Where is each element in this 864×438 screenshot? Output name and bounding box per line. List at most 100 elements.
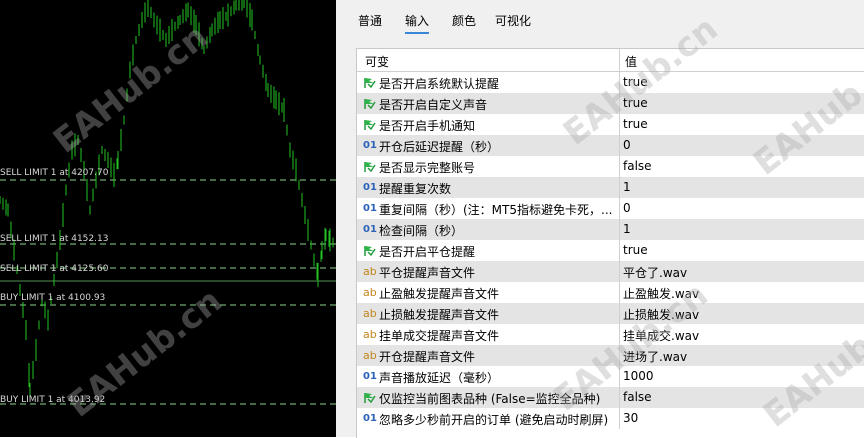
number-01-icon: 01 xyxy=(363,371,377,382)
row-variable-name: 仅监控当前图表品种 (False=监控全品种) xyxy=(379,392,601,406)
row-variable-name: 止盈触发提醒声音文件 xyxy=(379,287,500,301)
row-value-cell[interactable]: 0 xyxy=(623,201,631,215)
table-row[interactable]: 01 声音播放延迟（毫秒） 1000 xyxy=(357,366,864,387)
column-separator xyxy=(619,303,620,324)
row-variable-name: 是否开启手机通知 xyxy=(379,119,476,133)
tab-common[interactable]: 普通 xyxy=(358,12,382,29)
tab-inputs[interactable]: 输入 xyxy=(405,12,430,34)
level-label-sell-limit-4125: SELL LIMIT 1 at 4125.60 xyxy=(0,264,109,274)
row-variable-name: 检查间隔（秒） xyxy=(379,224,464,238)
row-value-cell[interactable]: 30 xyxy=(623,411,638,425)
column-separator xyxy=(619,198,620,219)
column-separator[interactable] xyxy=(619,49,620,71)
tab-visualization[interactable]: 可视化 xyxy=(495,12,531,29)
number-01-icon: 01 xyxy=(363,140,377,151)
row-variable-name: 开仓提醒声音文件 xyxy=(379,350,476,364)
column-separator xyxy=(619,345,620,366)
column-separator xyxy=(619,324,620,345)
bool-flag-icon xyxy=(363,118,377,131)
indicator-properties-dialog: 普通 输入 颜色 可视化 可变 值 是否开启系统默认提醒 true 是否开启自定义声… xyxy=(346,0,864,438)
column-separator xyxy=(619,135,620,156)
table-row[interactable]: 01 提醒重复次数 1 xyxy=(357,177,864,198)
row-value-cell[interactable]: 止盈触发.wav xyxy=(623,285,699,302)
table-header: 可变 值 xyxy=(357,49,864,72)
row-value-cell[interactable]: false xyxy=(623,159,652,173)
row-variable-name: 是否开启平仓提醒 xyxy=(379,245,476,259)
row-variable-name: 是否开启自定义声音 xyxy=(379,98,488,112)
number-01-icon: 01 xyxy=(363,182,377,193)
row-value-cell[interactable]: 1 xyxy=(623,222,631,236)
inputs-table: 可变 值 是否开启系统默认提醒 true 是否开启自定义声音 true 是否开启手机通知… xyxy=(356,48,864,438)
row-value-cell[interactable]: 平仓了.wav xyxy=(623,264,687,281)
level-label-buy-limit-4100: BUY LIMIT 1 at 4100.93 xyxy=(0,293,106,303)
column-separator xyxy=(619,282,620,303)
level-label-sell-limit-4207: SELL LIMIT 1 at 4207.70 xyxy=(0,168,109,178)
column-separator xyxy=(619,240,620,261)
row-value-cell[interactable]: true xyxy=(623,117,648,131)
row-variable-name: 挂单成交提醒声音文件 xyxy=(379,329,500,343)
row-value-cell[interactable]: 挂单成交.wav xyxy=(623,327,699,344)
column-separator xyxy=(619,408,620,429)
table-row[interactable]: ab 挂单成交提醒声音文件 挂单成交.wav xyxy=(357,324,864,345)
level-label-buy-limit-4013: BUY LIMIT 1 at 4013.92 xyxy=(0,395,106,405)
row-variable-name: 是否开启系统默认提醒 xyxy=(379,77,500,91)
number-01-icon: 01 xyxy=(363,203,377,214)
table-row[interactable]: ab 止损触发提醒声音文件 止损触发.wav xyxy=(357,303,864,324)
price-chart[interactable]: SELL LIMIT 1 at 4207.70 SELL LIMIT 1 at … xyxy=(0,0,336,437)
table-row[interactable]: 01 忽略多少秒前开启的订单 (避免启动时刷屏) 30 xyxy=(357,408,864,429)
bool-flag-icon xyxy=(363,160,377,173)
bool-flag-icon xyxy=(363,97,377,110)
column-separator xyxy=(619,114,620,135)
row-variable-name: 声音播放延迟（毫秒） xyxy=(379,371,500,385)
bool-flag-icon xyxy=(363,244,377,257)
bool-flag-icon xyxy=(363,391,377,404)
column-separator xyxy=(619,72,620,93)
string-ab-icon: ab xyxy=(363,328,377,341)
row-value-cell[interactable]: 进场了.wav xyxy=(623,348,687,365)
row-value-cell[interactable]: 止损触发.wav xyxy=(623,306,699,323)
table-row[interactable]: 是否开启系统默认提醒 true xyxy=(357,72,864,93)
row-value-cell[interactable]: true xyxy=(623,96,648,110)
bool-flag-icon xyxy=(363,76,377,89)
header-value[interactable]: 值 xyxy=(625,53,637,70)
table-row[interactable]: 01 检查间隔（秒） 1 xyxy=(357,219,864,240)
number-01-icon: 01 xyxy=(363,224,377,235)
row-variable-name: 提醒重复次数 xyxy=(379,182,452,196)
table-row[interactable]: ab 平仓提醒声音文件 平仓了.wav xyxy=(357,261,864,282)
table-row[interactable]: 仅监控当前图表品种 (False=监控全品种) false xyxy=(357,387,864,408)
row-variable-name: 止损触发提醒声音文件 xyxy=(379,308,500,322)
row-value-cell[interactable]: 1000 xyxy=(623,369,654,383)
row-value-cell[interactable]: false xyxy=(623,390,652,404)
number-01-icon: 01 xyxy=(363,413,377,424)
string-ab-icon: ab xyxy=(363,307,377,320)
row-value-cell[interactable]: true xyxy=(623,75,648,89)
table-row[interactable]: 是否显示完整账号 false xyxy=(357,156,864,177)
tab-bar: 普通 输入 颜色 可视化 xyxy=(346,0,864,40)
candlestick-chart xyxy=(0,0,336,405)
table-row[interactable]: 01 开仓后延迟提醒（秒） 0 xyxy=(357,135,864,156)
table-row[interactable]: 是否开启平仓提醒 true xyxy=(357,240,864,261)
table-row[interactable]: 是否开启自定义声音 true xyxy=(357,93,864,114)
row-variable-name: 平仓提醒声音文件 xyxy=(379,266,476,280)
row-value-cell[interactable]: true xyxy=(623,243,648,257)
column-separator xyxy=(619,261,620,282)
table-row[interactable]: ab 止盈触发提醒声音文件 止盈触发.wav xyxy=(357,282,864,303)
row-variable-name: 是否显示完整账号 xyxy=(379,161,476,175)
row-value-cell[interactable]: 0 xyxy=(623,138,631,152)
header-variable[interactable]: 可变 xyxy=(365,53,389,70)
string-ab-icon: ab xyxy=(363,286,377,299)
level-label-sell-limit-4152: SELL LIMIT 1 at 4152.13 xyxy=(0,234,109,244)
table-row[interactable]: 01 重复间隔（秒）(注：MT5指标避免卡死，... 0 xyxy=(357,198,864,219)
string-ab-icon: ab xyxy=(363,349,377,362)
table-row[interactable]: 是否开启手机通知 true xyxy=(357,114,864,135)
string-ab-icon: ab xyxy=(363,265,377,278)
column-separator xyxy=(619,93,620,114)
tab-colors[interactable]: 颜色 xyxy=(452,12,476,29)
column-separator xyxy=(619,156,620,177)
table-row[interactable]: ab 开仓提醒声音文件 进场了.wav xyxy=(357,345,864,366)
column-separator xyxy=(619,387,620,408)
column-separator xyxy=(619,219,620,240)
row-variable-name: 开仓后延迟提醒（秒） xyxy=(379,140,500,154)
row-value-cell[interactable]: 1 xyxy=(623,180,631,194)
row-variable-name: 忽略多少秒前开启的订单 (避免启动时刷屏) xyxy=(379,413,609,427)
